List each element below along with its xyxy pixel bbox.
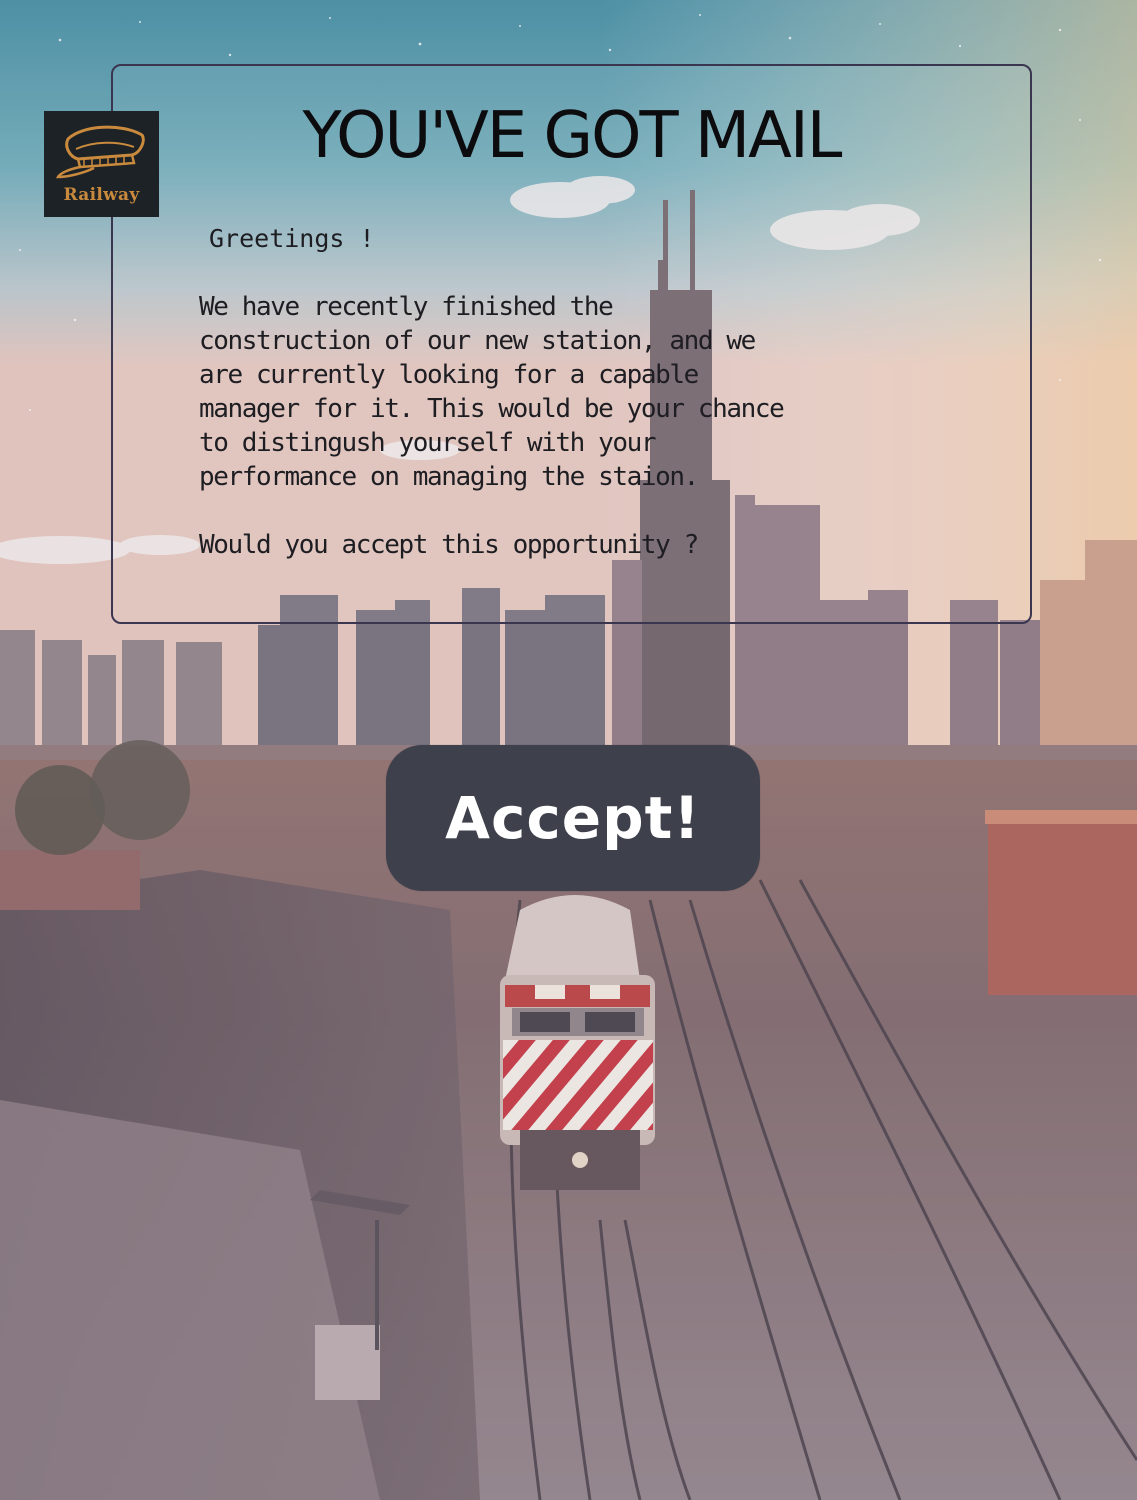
railway-logo: Railway [44, 111, 159, 217]
mail-body: We have recently finished the constructi… [199, 290, 979, 494]
mail-greeting: Greetings ! [209, 224, 375, 253]
mail-title: YOU'VE GOT MAIL [302, 99, 843, 173]
logo-text: Railway [63, 185, 140, 205]
mail-card: YOU'VE GOT MAIL Greetings ! We have rece… [111, 64, 1032, 624]
mail-body-line: We have recently finished the [199, 292, 614, 322]
mail-body-line: to distingush yourself with your [199, 428, 657, 458]
mail-body-line: performance on managing the staion. [199, 462, 699, 492]
mail-body-line: construction of our new station, and we [199, 326, 756, 356]
mail-body-line: are currently looking for a capable [199, 360, 699, 390]
mail-question: Would you accept this opportunity ? [199, 530, 699, 560]
mail-body-line: manager for it. This would be your chanc… [199, 394, 785, 424]
accept-button[interactable]: Accept! [386, 745, 760, 891]
